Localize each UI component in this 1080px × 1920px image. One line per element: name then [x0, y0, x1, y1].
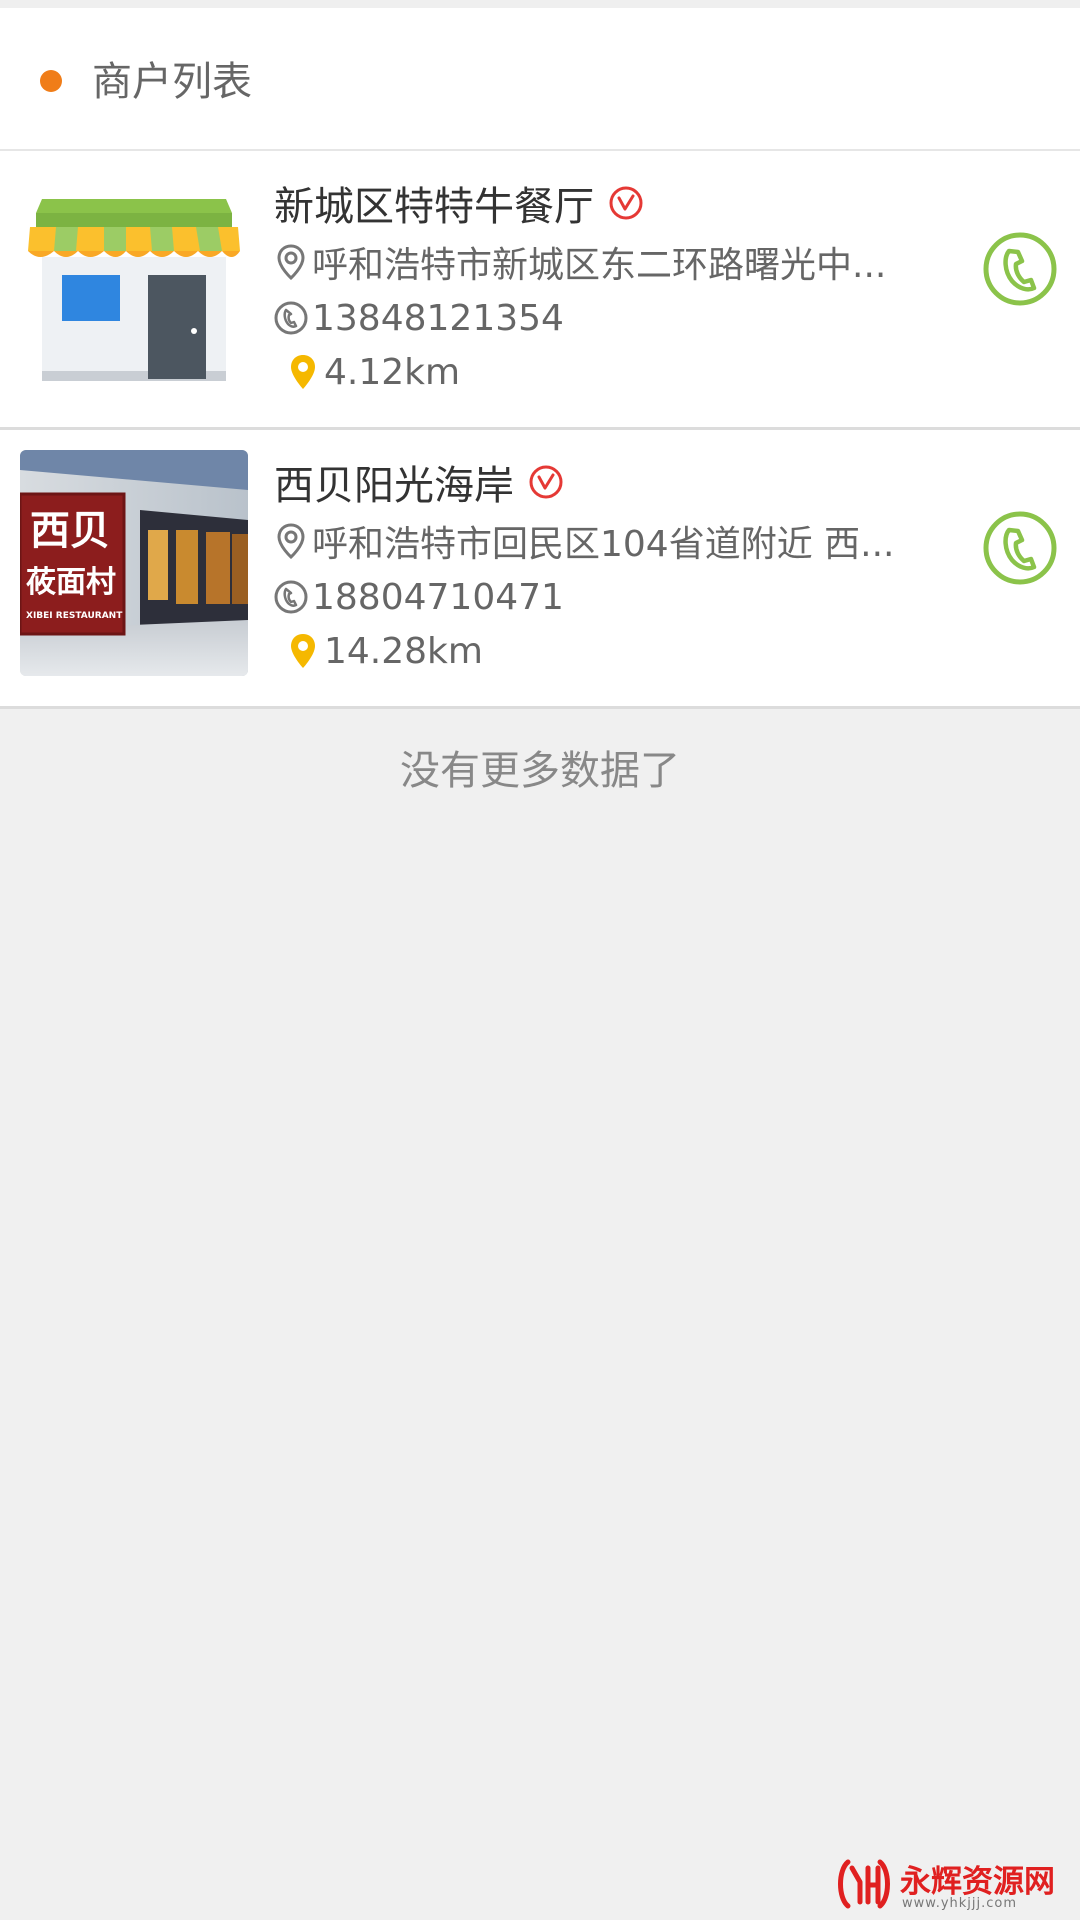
- merchant-thumbnail: [20, 171, 248, 397]
- phone-outline-icon: [274, 301, 308, 335]
- storefront-icon: [20, 171, 248, 397]
- watermark-logo-icon: [838, 1859, 890, 1909]
- location-outline-icon: [277, 523, 305, 560]
- watermark-url: www.yhkjjj.com: [902, 1896, 1018, 1911]
- merchant-phone: 13848121354: [312, 297, 564, 339]
- distance-row: 14.28km: [288, 626, 483, 676]
- phone-outline-icon: [274, 580, 308, 614]
- verified-badge-icon: [529, 465, 563, 499]
- merchant-distance: 4.12km: [324, 351, 461, 393]
- call-button[interactable]: [982, 231, 1058, 307]
- merchant-list: 新城区特特牛餐厅 呼和浩特市新城区东二环路曙光中... 13848121354: [0, 151, 1080, 709]
- restaurant-photo: 西贝 莜面村 XIBEI RESTAURANT: [20, 450, 248, 676]
- address-row: 呼和浩特市回民区104省道附近 西...: [274, 516, 922, 566]
- location-pin-icon: [291, 355, 315, 389]
- top-strip: [0, 0, 1080, 8]
- sign-text-brand: 西贝: [30, 508, 110, 554]
- merchant-address: 呼和浩特市新城区东二环路曙光中...: [312, 245, 887, 286]
- merchant-name-row: 西贝阳光海岸: [274, 452, 564, 512]
- watermark-text: 永辉资源网: [900, 1864, 1055, 1900]
- phone-row: 13848121354: [274, 293, 564, 343]
- verified-badge-icon: [609, 186, 643, 220]
- location-pin-icon: [291, 634, 315, 668]
- merchant-phone: 18804710471: [312, 576, 564, 618]
- address-row: 呼和浩特市新城区东二环路曙光中...: [274, 237, 922, 287]
- sign-text-english: XIBEI RESTAURANT: [26, 611, 123, 621]
- watermark: 永辉资源网 www.yhkjjj.com: [834, 1856, 1060, 1912]
- merchant-name: 新城区特特牛餐厅: [274, 184, 594, 230]
- page-title: 商户列表: [92, 59, 252, 105]
- location-outline-icon: [277, 244, 305, 281]
- call-button[interactable]: [982, 510, 1058, 586]
- merchant-list-item[interactable]: 西贝 莜面村 XIBEI RESTAURANT 西贝阳光海岸 呼和浩特市回民区1…: [0, 430, 1080, 709]
- merchant-list-item[interactable]: 新城区特特牛餐厅 呼和浩特市新城区东二环路曙光中... 13848121354: [0, 151, 1080, 430]
- merchant-thumbnail: 西贝 莜面村 XIBEI RESTAURANT: [20, 450, 248, 676]
- merchant-address: 呼和浩特市回民区104省道附近 西...: [312, 524, 895, 565]
- section-header: 商户列表: [0, 8, 1080, 151]
- sign-text-sub: 莜面村: [26, 565, 116, 600]
- header-bullet-dot: [40, 70, 62, 92]
- merchant-name: 西贝阳光海岸: [274, 463, 514, 509]
- merchant-distance: 14.28km: [324, 630, 483, 672]
- merchant-name-row: 新城区特特牛餐厅: [274, 173, 644, 233]
- phone-row: 18804710471: [274, 572, 564, 622]
- distance-row: 4.12km: [288, 347, 460, 397]
- no-more-data-text: 没有更多数据了: [400, 748, 680, 794]
